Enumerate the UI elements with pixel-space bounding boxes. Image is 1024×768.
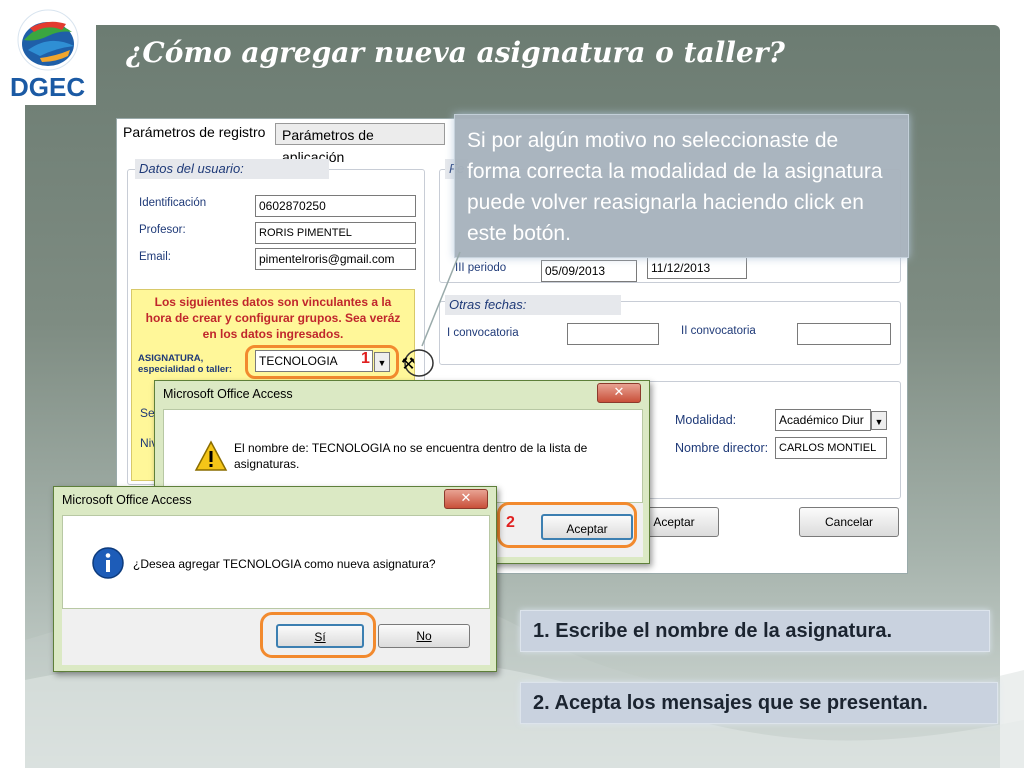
se-partial-label: Se: [140, 406, 155, 420]
warning-icon: [194, 440, 228, 471]
form-cancel-button[interactable]: Cancelar: [799, 507, 899, 537]
not-found-message: El nombre de: TECNOLOGIA no se encuentra…: [234, 441, 588, 471]
profesor-label: Profesor:: [139, 224, 186, 236]
email-label: Email:: [139, 251, 171, 263]
subject-highlight: [245, 345, 399, 379]
director-label: Nombre director:: [675, 441, 769, 455]
modalidad-dropdown-button[interactable]: ▼: [871, 411, 887, 430]
callout-text: Si por algún motivo no seleccionaste de …: [467, 129, 883, 245]
first-convocatoria-field[interactable]: [567, 323, 659, 345]
callout-pointer-line: [421, 251, 461, 347]
add-subject-message: ¿Desea agregar TECNOLOGIA como nueva asi…: [133, 557, 436, 571]
second-convocatoria-label: II convocatoria: [681, 325, 756, 337]
step-marker-2: 2: [506, 514, 515, 531]
dgec-logo: DGEC: [0, 0, 96, 105]
dgec-logo-text: DGEC: [10, 72, 86, 102]
svg-text:⚒: ⚒: [401, 354, 415, 373]
info-icon: [92, 547, 124, 579]
third-period-start-field[interactable]: 05/09/2013: [541, 260, 637, 282]
profesor-field[interactable]: RORIS PIMENTEL: [255, 222, 416, 244]
not-found-dialog-close-button[interactable]: ✕: [597, 383, 641, 403]
dgec-logo-emblem-icon: [17, 9, 79, 71]
modalidad-field[interactable]: Académico Diur: [775, 409, 871, 431]
slide-title: ¿Cómo agregar nueva asignatura o taller?: [126, 36, 785, 69]
dialog2-yes-highlight: [260, 612, 376, 658]
tab-parametros-registro[interactable]: Parámetros de registro: [117, 119, 275, 145]
director-field[interactable]: CARLOS MONTIEL: [775, 437, 887, 459]
step-1-text: 1. Escribe el nombre de la asignatura.: [520, 610, 990, 652]
other-dates-legend: Otras fechas:: [445, 295, 621, 315]
user-data-legend: Datos del usuario:: [135, 159, 329, 179]
third-period-end-field[interactable]: 11/12/2013: [647, 257, 747, 279]
reassign-tools-icon[interactable]: ⚒: [393, 347, 435, 379]
dialog1-accept-highlight: [497, 502, 637, 548]
not-found-dialog-title: Microsoft Office Access: [163, 387, 293, 401]
second-convocatoria-field[interactable]: [797, 323, 891, 345]
add-subject-dialog-body: ¿Desea agregar TECNOLOGIA como nueva asi…: [62, 515, 490, 609]
identification-field[interactable]: 0602870250: [255, 195, 416, 217]
step-2-text: 2. Acepta los mensajes que se presentan.: [520, 682, 998, 724]
email-field[interactable]: pimentelroris@gmail.com: [255, 248, 416, 270]
identification-label: Identificación: [139, 197, 207, 209]
add-subject-dialog-title: Microsoft Office Access: [62, 493, 192, 507]
add-subject-dialog-close-button[interactable]: ✕: [444, 489, 488, 509]
instruction-callout: Si por algún motivo no seleccionaste de …: [454, 114, 909, 258]
modalidad-label: Modalidad:: [675, 413, 737, 427]
subject-label: ASIGNATURA, especialidad o taller:: [138, 353, 232, 375]
tab-parametros-aplicacion[interactable]: Parámetros de aplicación: [275, 123, 445, 165]
binding-data-note: Los siguientes datos son vinculantes a l…: [145, 295, 401, 341]
dialog2-no-button[interactable]: No: [378, 624, 470, 648]
